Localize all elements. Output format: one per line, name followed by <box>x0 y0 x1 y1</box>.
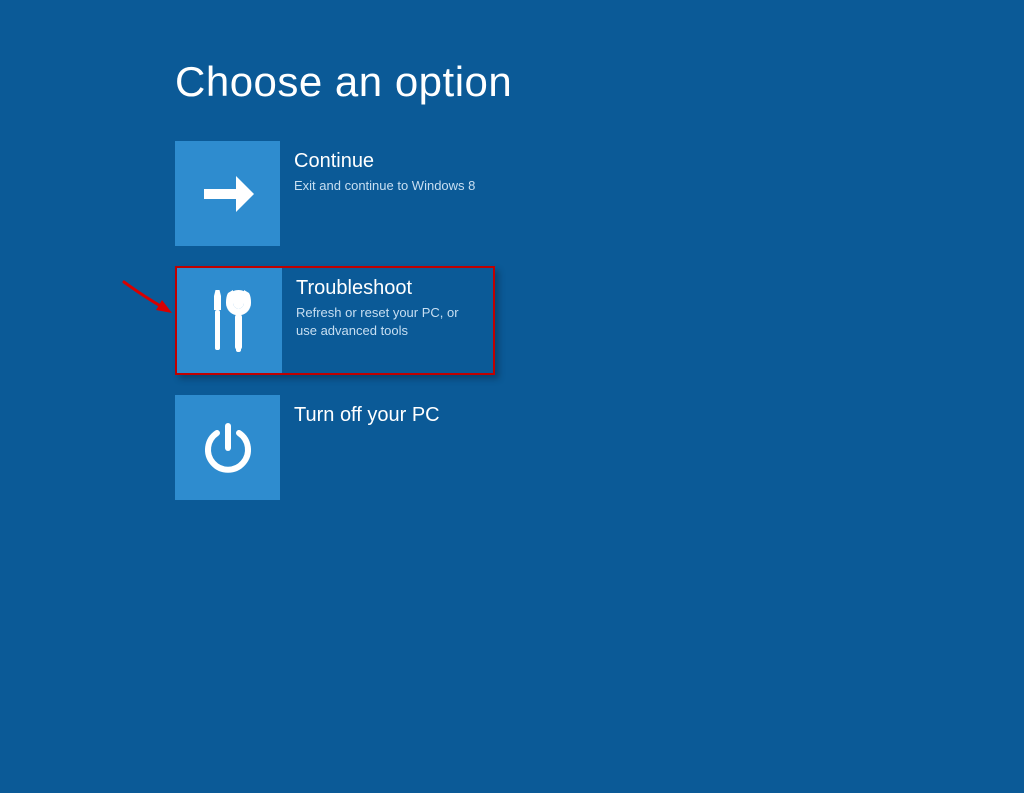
continue-option[interactable]: Continue Exit and continue to Windows 8 <box>175 141 495 246</box>
page-title: Choose an option <box>175 58 1024 106</box>
troubleshoot-option[interactable]: Troubleshoot Refresh or reset your PC, o… <box>175 266 495 375</box>
continue-desc: Exit and continue to Windows 8 <box>294 177 483 195</box>
turnoff-title: Turn off your PC <box>294 403 483 427</box>
arrow-right-icon <box>175 141 280 246</box>
tools-icon <box>177 268 282 373</box>
troubleshoot-desc: Refresh or reset your PC, or use advance… <box>296 304 481 339</box>
options-list: Continue Exit and continue to Windows 8 <box>175 141 1024 500</box>
continue-title: Continue <box>294 149 483 173</box>
power-icon <box>175 395 280 500</box>
turnoff-option[interactable]: Turn off your PC <box>175 395 495 500</box>
troubleshoot-title: Troubleshoot <box>296 276 481 300</box>
